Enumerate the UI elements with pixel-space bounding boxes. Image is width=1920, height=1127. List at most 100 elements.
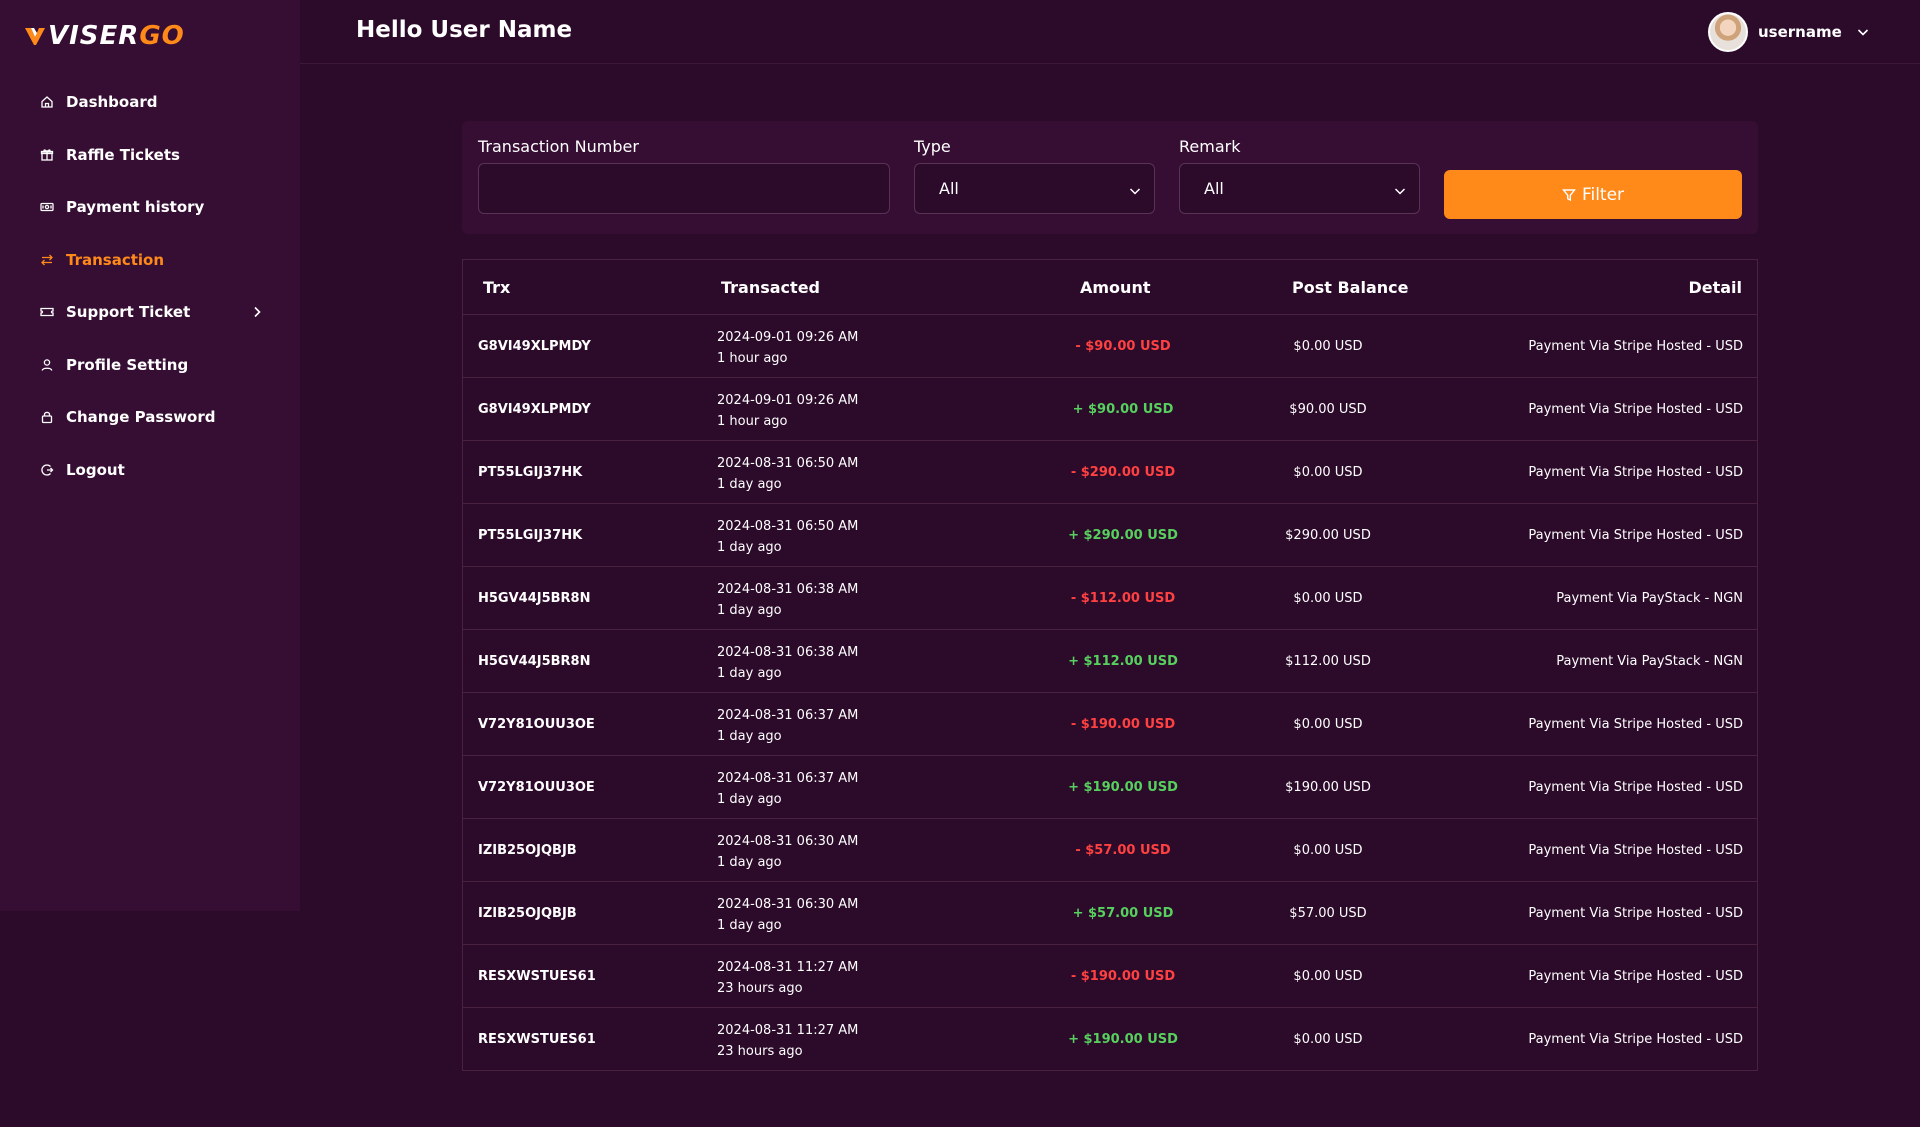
- trx-id: V72Y81OUU3OE: [478, 717, 595, 732]
- column-header-post-balance: Post Balance: [1292, 278, 1409, 297]
- transacted-date: 2024-09-01 09:26 AM: [717, 393, 859, 408]
- transaction-number-label: Transaction Number: [478, 137, 639, 156]
- filter-button-label: Filter: [1581, 184, 1625, 205]
- transacted-cell: 2024-08-31 06:37 AM 1 day ago: [717, 768, 858, 810]
- page-greeting: Hello User Name: [356, 17, 573, 43]
- post-balance-value: $0.00 USD: [1293, 969, 1363, 984]
- sidebar-item-logout[interactable]: Logout: [0, 444, 300, 497]
- sidebar: VISER GO Dashboard Raffle Tickets Payment…: [0, 0, 300, 911]
- transaction-number-input[interactable]: [478, 163, 890, 214]
- top-header: Hello User Name username: [300, 0, 1920, 64]
- remark-select[interactable]: All: [1179, 163, 1420, 214]
- transacted-ago: 1 day ago: [717, 918, 782, 933]
- column-header-detail: Detail: [1688, 278, 1742, 297]
- post-balance-value: $0.00 USD: [1293, 1032, 1363, 1047]
- sidebar-item-dashboard[interactable]: Dashboard: [0, 76, 300, 129]
- sidebar-item-payment-history[interactable]: Payment history: [0, 181, 300, 234]
- sidebar-item-label: Payment history: [66, 198, 205, 217]
- transacted-ago: 1 day ago: [717, 729, 782, 744]
- type-label: Type: [914, 137, 951, 156]
- table-row: G8VI49XLPMDY 2024-09-01 09:26 AM 1 hour ag…: [463, 378, 1757, 441]
- table-row: H5GV44J5BR8N 2024-08-31 06:38 AM 1 day ago…: [463, 630, 1757, 693]
- exchange-icon: [40, 253, 54, 267]
- transacted-date: 2024-08-31 11:27 AM: [717, 960, 859, 975]
- amount-value: - $57.00 USD: [1075, 843, 1171, 858]
- transacted-cell: 2024-08-31 06:50 AM 1 day ago: [717, 516, 858, 558]
- transacted-ago: 1 day ago: [717, 603, 782, 618]
- ticket-icon: [40, 305, 54, 319]
- transacted-date: 2024-08-31 06:30 AM: [717, 897, 859, 912]
- detail-value: Payment Via Stripe Hosted - USD: [1528, 339, 1743, 354]
- detail-value: Payment Via Stripe Hosted - USD: [1528, 780, 1743, 795]
- user-menu[interactable]: username: [1708, 11, 1870, 53]
- sidebar-item-label: Change Password: [66, 408, 216, 427]
- brand-mark-icon: [25, 28, 45, 45]
- amount-value: + $190.00 USD: [1068, 780, 1178, 795]
- chevron-down-icon: [1129, 188, 1141, 195]
- filter-panel: Transaction Number Type All Remark All F…: [462, 121, 1758, 234]
- avatar[interactable]: [1708, 12, 1748, 52]
- table-row: IZIB25OJQBJB 2024-08-31 06:30 AM 1 day ago…: [463, 882, 1757, 945]
- transacted-date: 2024-08-31 06:37 AM: [717, 771, 859, 786]
- detail-value: Payment Via Stripe Hosted - USD: [1528, 528, 1743, 543]
- sidebar-item-label: Transaction: [66, 250, 165, 269]
- amount-value: + $190.00 USD: [1068, 1032, 1178, 1047]
- trx-id: H5GV44J5BR8N: [478, 654, 591, 669]
- type-group: Type All: [914, 137, 1155, 214]
- transacted-ago: 1 day ago: [717, 855, 782, 870]
- lock-icon: [40, 410, 54, 424]
- post-balance-value: $0.00 USD: [1293, 465, 1363, 480]
- brand-name-part1: VISER: [48, 21, 140, 51]
- transacted-date: 2024-08-31 06:38 AM: [717, 645, 859, 660]
- type-select[interactable]: All: [914, 163, 1155, 214]
- table-row: H5GV44J5BR8N 2024-08-31 06:38 AM 1 day ago…: [463, 567, 1757, 630]
- detail-value: Payment Via Stripe Hosted - USD: [1528, 402, 1743, 417]
- remark-select-value: All: [1204, 179, 1224, 198]
- transacted-date: 2024-08-31 11:27 AM: [717, 1023, 859, 1038]
- transacted-ago: 1 day ago: [717, 666, 782, 681]
- table-row: PT55LGIJ37HK 2024-08-31 06:50 AM 1 day ago…: [463, 441, 1757, 504]
- sidebar-item-label: Profile Setting: [66, 355, 189, 374]
- transacted-cell: 2024-08-31 11:27 AM 23 hours ago: [717, 1020, 858, 1062]
- transacted-cell: 2024-09-01 09:26 AM 1 hour ago: [717, 390, 858, 432]
- sidebar-item-raffle-tickets[interactable]: Raffle Tickets: [0, 129, 300, 182]
- transacted-date: 2024-08-31 06:50 AM: [717, 519, 859, 534]
- transacted-date: 2024-08-31 06:37 AM: [717, 708, 859, 723]
- trx-id: V72Y81OUU3OE: [478, 780, 595, 795]
- post-balance-value: $57.00 USD: [1289, 906, 1367, 921]
- filter-button[interactable]: Filter: [1444, 170, 1742, 219]
- trx-id: G8VI49XLPMDY: [478, 402, 591, 417]
- detail-value: Payment Via PayStack - NGN: [1556, 654, 1743, 669]
- transacted-ago: 23 hours ago: [717, 981, 803, 996]
- post-balance-value: $0.00 USD: [1293, 591, 1363, 606]
- gift-icon: [40, 148, 54, 162]
- amount-value: - $90.00 USD: [1075, 339, 1171, 354]
- transacted-cell: 2024-08-31 06:30 AM 1 day ago: [717, 894, 858, 936]
- username-label: username: [1758, 23, 1842, 41]
- sidebar-item-transaction[interactable]: Transaction: [0, 234, 300, 287]
- table-row: RESXWSTUES61 2024-08-31 11:27 AM 23 hours …: [463, 945, 1757, 1008]
- brand-logo[interactable]: VISER GO: [24, 21, 185, 51]
- column-header-trx: Trx: [483, 278, 511, 297]
- amount-value: - $190.00 USD: [1070, 717, 1176, 732]
- table-row: RESXWSTUES61 2024-08-31 11:27 AM 23 hours …: [463, 1008, 1757, 1071]
- transacted-ago: 1 hour ago: [717, 351, 788, 366]
- filter-icon: [1561, 188, 1576, 201]
- sidebar-item-support-ticket[interactable]: Support Ticket: [0, 286, 300, 339]
- sidebar-item-profile-setting[interactable]: Profile Setting: [0, 339, 300, 392]
- sidebar-item-change-password[interactable]: Change Password: [0, 391, 300, 444]
- transacted-cell: 2024-09-01 09:26 AM 1 hour ago: [717, 327, 858, 369]
- transacted-cell: 2024-08-31 06:30 AM 1 day ago: [717, 831, 858, 873]
- transacted-ago: 1 day ago: [717, 477, 782, 492]
- type-select-value: All: [939, 179, 959, 198]
- chevron-down-icon: [1394, 188, 1406, 195]
- post-balance-value: $0.00 USD: [1293, 843, 1363, 858]
- transacted-date: 2024-08-31 06:38 AM: [717, 582, 859, 597]
- logout-icon: [40, 463, 54, 477]
- money-icon: [40, 200, 54, 214]
- amount-value: + $90.00 USD: [1072, 402, 1174, 417]
- transacted-cell: 2024-08-31 06:37 AM 1 day ago: [717, 705, 858, 747]
- trx-id: G8VI49XLPMDY: [478, 339, 591, 354]
- detail-value: Payment Via Stripe Hosted - USD: [1528, 717, 1743, 732]
- trx-id: RESXWSTUES61: [478, 1032, 596, 1047]
